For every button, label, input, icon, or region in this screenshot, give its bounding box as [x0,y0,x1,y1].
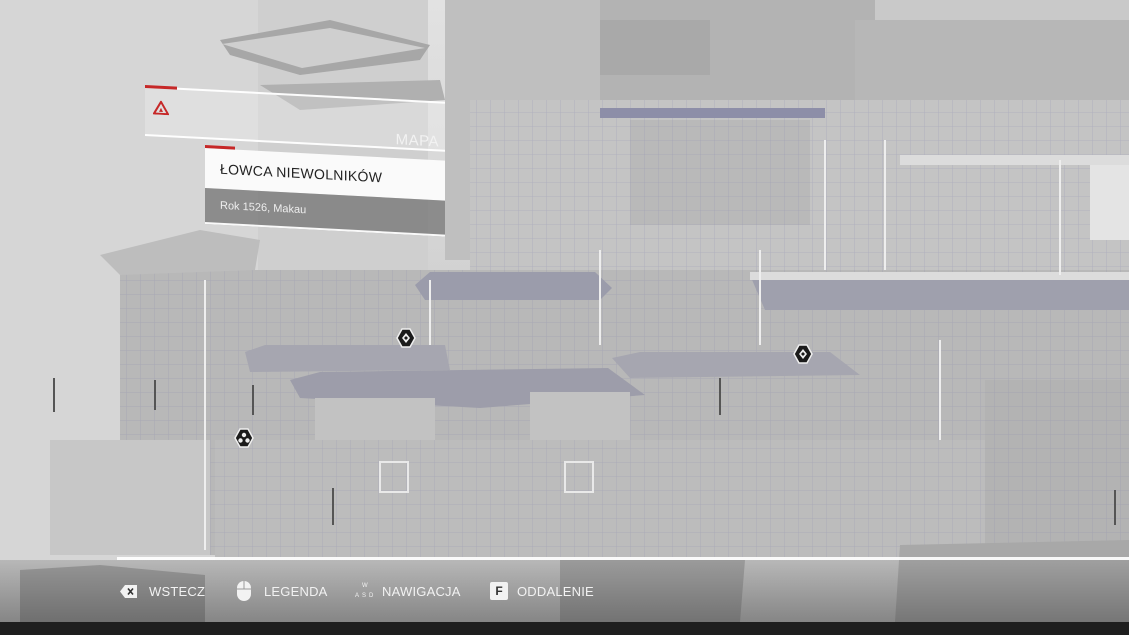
bottom-bar [0,622,1129,635]
navigation-label: NAWIGACJA [382,583,461,599]
f-key-icon: F [490,582,508,600]
backspace-key-icon [120,584,137,598]
wasd-keys-icon: W A S D [354,581,376,601]
key-d: D [369,593,374,599]
navigation-control[interactable]: W A S D NAWIGACJA [354,578,461,604]
menu-accent-bar [145,85,177,90]
back-control[interactable]: WSTECZ [120,578,205,604]
key-w: W [362,583,368,589]
treasure-marker-icon[interactable] [234,428,254,448]
back-label: WSTECZ [149,583,206,599]
key-s: S [362,593,367,599]
legend-label: LEGENDA [264,583,328,599]
zoom-out-control[interactable]: F ODDALENIE [490,578,594,604]
zoom-out-label: ODDALENIE [517,583,594,599]
viewpoint-marker-icon[interactable] [396,328,416,348]
legend-control[interactable]: LEGENDA [236,578,328,604]
mouse-icon [237,581,251,601]
mission-card[interactable]: ŁOWCA NIEWOLNIKÓW Rok 1526, Makau [205,145,445,237]
assassin-insignia-icon [153,100,169,116]
menu-title[interactable]: MAPA [396,131,439,150]
key-a: A [355,593,360,599]
controls-divider [117,557,1129,560]
viewpoint-marker-icon[interactable] [793,344,813,364]
